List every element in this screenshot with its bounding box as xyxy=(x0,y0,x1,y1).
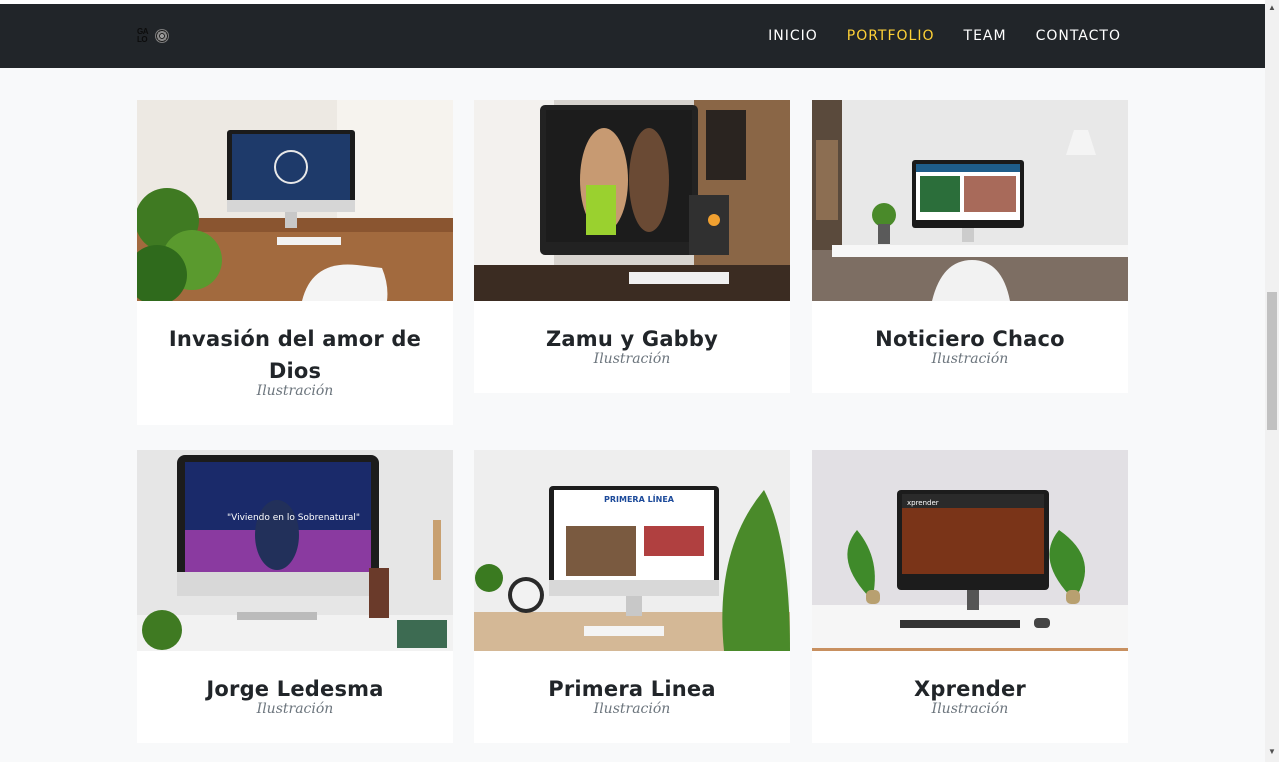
logo-seal-icon xyxy=(155,29,169,43)
portfolio-caption: Xprender Ilustración xyxy=(812,651,1128,743)
logo-wordmark: GA LO xyxy=(137,27,149,44)
main-nav: INICIO PORTFOLIO TEAM CONTACTO xyxy=(768,28,1121,44)
portfolio-item[interactable]: "Viviendo en lo Sobrenatural" Jorge Lede… xyxy=(137,450,453,743)
portfolio-category: Ilustración xyxy=(593,701,671,717)
nav-link-inicio[interactable]: INICIO xyxy=(768,28,818,44)
navbar: GA LO INICIO PORTFOLIO TEAM CONTACTO xyxy=(0,4,1265,68)
portfolio-thumbnail[interactable] xyxy=(812,100,1128,301)
portfolio-category: Ilustración xyxy=(931,351,1009,367)
portfolio-thumbnail[interactable]: PRIMERA LÍNEA xyxy=(474,450,790,651)
portfolio-category: Ilustración xyxy=(931,701,1009,717)
portfolio-caption: Jorge Ledesma Ilustración xyxy=(137,651,453,743)
desk-mockup-image: PRIMERA LÍNEA xyxy=(474,450,790,651)
portfolio-item[interactable]: Zamu y Gabby Ilustración xyxy=(474,100,790,393)
scroll-up-arrow-icon[interactable]: ▲ xyxy=(1268,4,1276,12)
screen-brand: xprender xyxy=(907,499,939,507)
portfolio-item[interactable]: Noticiero Chaco Ilustración xyxy=(812,100,1128,393)
portfolio-thumbnail[interactable] xyxy=(474,100,790,301)
portfolio-item[interactable]: xprender Xprender Ilustración xyxy=(812,450,1128,743)
portfolio-caption: Primera Linea Ilustración xyxy=(474,651,790,743)
portfolio-category: Ilustración xyxy=(593,351,671,367)
scroll-down-arrow-icon[interactable]: ▼ xyxy=(1268,748,1276,756)
nav-link-team[interactable]: TEAM xyxy=(964,28,1007,44)
portfolio-caption: Zamu y Gabby Ilustración xyxy=(474,301,790,393)
desk-mockup-image: "Viviendo en lo Sobrenatural" xyxy=(137,450,453,651)
portfolio-caption: Noticiero Chaco Ilustración xyxy=(812,301,1128,393)
screen-brand: PRIMERA LÍNEA xyxy=(604,493,675,504)
portfolio-category: Ilustración xyxy=(256,701,334,717)
portfolio-caption: Invasión del amor de Dios Ilustración xyxy=(137,301,453,425)
portfolio-thumbnail[interactable]: "Viviendo en lo Sobrenatural" xyxy=(137,450,453,651)
desk-mockup-image: xprender xyxy=(812,450,1128,651)
nav-link-contacto[interactable]: CONTACTO xyxy=(1036,28,1121,44)
portfolio-category: Ilustración xyxy=(256,383,334,399)
portfolio-item[interactable]: Invasión del amor de Dios Ilustración xyxy=(137,100,453,425)
nav-link-portfolio[interactable]: PORTFOLIO xyxy=(847,28,935,44)
scrollbar-thumb[interactable] xyxy=(1267,292,1277,430)
site-logo[interactable]: GA LO xyxy=(137,28,175,48)
desk-mockup-image xyxy=(812,100,1128,301)
desk-mockup-image xyxy=(137,100,453,301)
portfolio-thumbnail[interactable] xyxy=(137,100,453,301)
portfolio-thumbnail[interactable]: xprender xyxy=(812,450,1128,651)
portfolio-item[interactable]: PRIMERA LÍNEA Primera Linea Ilustración xyxy=(474,450,790,743)
portfolio-title: Invasión del amor de Dios xyxy=(168,327,422,383)
screen-quote: "Viviendo en lo Sobrenatural" xyxy=(227,513,360,523)
desk-mockup-image xyxy=(474,100,790,301)
